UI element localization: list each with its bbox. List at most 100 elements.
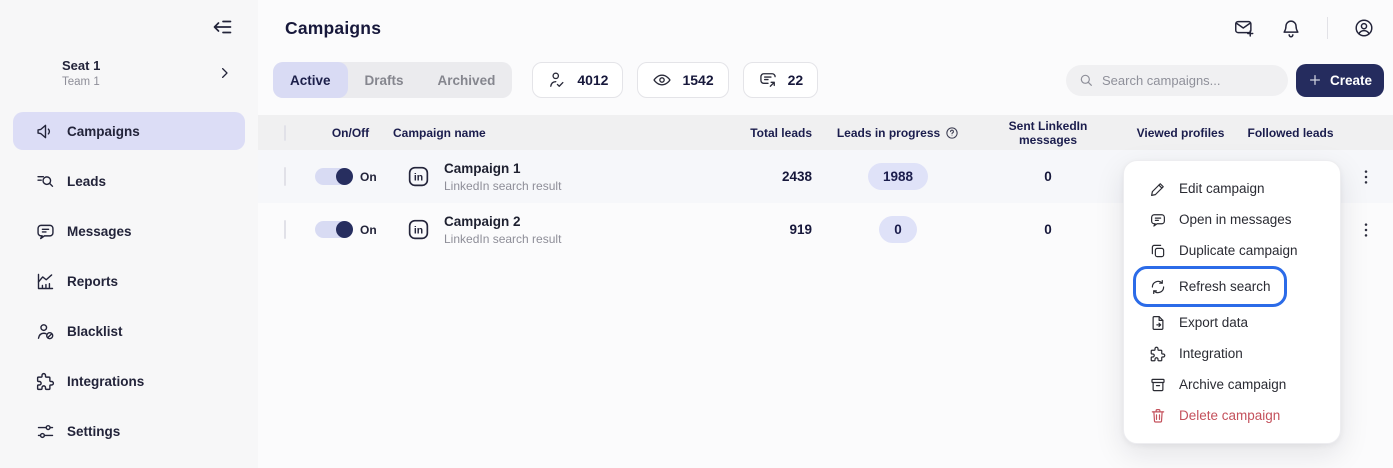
- total-leads-value: 919: [693, 222, 818, 237]
- search-input[interactable]: [1102, 73, 1276, 88]
- duplicate-icon: [1149, 242, 1167, 260]
- export-icon: [1149, 314, 1167, 332]
- help-circle-icon[interactable]: [945, 126, 959, 140]
- menu-item-label: Delete campaign: [1179, 408, 1280, 423]
- sidebar-item-label: Integrations: [67, 374, 144, 389]
- linkedin-icon: in: [406, 164, 431, 189]
- menu-item-duplicate-campaign[interactable]: Duplicate campaign: [1124, 235, 1340, 266]
- sidebar-item-label: Messages: [67, 224, 132, 239]
- page-title: Campaigns: [285, 18, 381, 39]
- app: Seat 1 Team 1 Campaigns Leads Messages Repo…: [0, 0, 1393, 468]
- stat-value: 22: [788, 72, 804, 88]
- sidebar-item-leads[interactable]: Leads: [13, 162, 245, 200]
- sidebar-item-blacklist[interactable]: Blacklist: [13, 312, 245, 350]
- seat-title: Seat 1: [62, 58, 214, 73]
- open-messages-icon: [1149, 211, 1167, 229]
- message-sent-icon: [758, 70, 778, 90]
- sent-messages-value: 0: [978, 169, 1118, 184]
- sidebar: Seat 1 Team 1 Campaigns Leads Messages Repo…: [0, 0, 258, 468]
- column-header-campaign-name: Campaign name: [393, 126, 693, 140]
- seat-subtitle: Team 1: [62, 76, 214, 88]
- menu-item-label: Refresh search: [1179, 279, 1271, 294]
- toggle-knob: [336, 168, 353, 185]
- plus-icon: [1308, 73, 1322, 87]
- create-button[interactable]: Create: [1296, 64, 1384, 97]
- menu-item-archive-campaign[interactable]: Archive campaign: [1124, 369, 1340, 400]
- lead-check-icon: [547, 70, 567, 90]
- stat-value: 1542: [682, 72, 713, 88]
- row-actions-kebab-icon[interactable]: [1354, 165, 1378, 189]
- eye-icon: [652, 70, 672, 90]
- create-button-label: Create: [1330, 73, 1372, 88]
- integration-icon: [1149, 345, 1167, 363]
- topbar-actions: [1233, 17, 1375, 39]
- sidebar-item-reports[interactable]: Reports: [13, 262, 245, 300]
- campaign-status-tabs: ActiveDraftsArchived: [273, 62, 512, 98]
- topbar: Campaigns: [258, 0, 1393, 56]
- row-checkbox[interactable]: [284, 167, 286, 186]
- column-header-on-off: On/Off: [308, 126, 393, 140]
- linkedin-icon: in: [406, 217, 431, 242]
- svg-text:in: in: [414, 172, 423, 183]
- sidebar-item-integrations[interactable]: Integrations: [13, 362, 245, 400]
- sent-messages-value: 0: [978, 222, 1118, 237]
- collapse-sidebar-icon[interactable]: [210, 15, 236, 41]
- campaign-toggle[interactable]: [315, 221, 353, 238]
- bell-icon[interactable]: [1280, 17, 1302, 39]
- stat-chip-lead-check[interactable]: 4012: [532, 62, 623, 98]
- select-all-checkbox[interactable]: [284, 125, 286, 141]
- toggle-knob: [336, 221, 353, 238]
- campaign-name: Campaign 2: [444, 214, 561, 229]
- sidebar-item-messages[interactable]: Messages: [13, 212, 245, 250]
- menu-item-open-in-messages[interactable]: Open in messages: [1124, 204, 1340, 235]
- row-actions-kebab-icon[interactable]: [1354, 218, 1378, 242]
- menu-item-label: Export data: [1179, 315, 1248, 330]
- menu-item-export-data[interactable]: Export data: [1124, 307, 1340, 338]
- sidebar-item-settings[interactable]: Settings: [13, 412, 245, 450]
- campaign-subtitle: LinkedIn search result: [444, 232, 561, 246]
- table-header: On/Off Campaign name Total leads Leads i…: [258, 115, 1393, 150]
- menu-item-edit-campaign[interactable]: Edit campaign: [1124, 173, 1340, 204]
- megaphone-icon: [35, 121, 56, 142]
- blacklist-icon: [35, 321, 56, 342]
- leads-in-progress-badge: 1988: [868, 163, 928, 190]
- toggle-state-label: On: [360, 223, 377, 237]
- menu-item-refresh-search[interactable]: Refresh search: [1133, 266, 1287, 307]
- sidebar-item-campaigns[interactable]: Campaigns: [13, 112, 245, 150]
- menu-item-label: Open in messages: [1179, 212, 1292, 227]
- menu-item-delete-campaign[interactable]: Delete campaign: [1124, 400, 1340, 431]
- tab-archived[interactable]: Archived: [421, 62, 513, 98]
- total-leads-value: 2438: [693, 169, 818, 184]
- tab-drafts[interactable]: Drafts: [348, 62, 421, 98]
- delete-icon: [1149, 407, 1167, 425]
- menu-item-label: Edit campaign: [1179, 181, 1265, 196]
- svg-text:in: in: [414, 225, 423, 236]
- account-icon[interactable]: [1353, 17, 1375, 39]
- campaign-toggle[interactable]: [315, 168, 353, 185]
- sidebar-item-label: Leads: [67, 174, 106, 189]
- sidebar-item-label: Settings: [67, 424, 120, 439]
- refresh-icon: [1149, 278, 1167, 296]
- stat-chip-eye[interactable]: 1542: [637, 62, 728, 98]
- toolbar: ActiveDraftsArchived 4012 1542 22 Create: [258, 62, 1393, 98]
- tab-active[interactable]: Active: [273, 62, 348, 98]
- campaign-subtitle: LinkedIn search result: [444, 179, 561, 193]
- stat-value: 4012: [577, 72, 608, 88]
- toggle-state-label: On: [360, 170, 377, 184]
- column-header-total-leads: Total leads: [693, 126, 818, 140]
- column-header-followed-leads: Followed leads: [1243, 126, 1338, 140]
- mail-plus-icon[interactable]: [1233, 17, 1255, 39]
- archive-icon: [1149, 376, 1167, 394]
- menu-item-integration[interactable]: Integration: [1124, 338, 1340, 369]
- campaign-name: Campaign 1: [444, 161, 561, 176]
- row-checkbox[interactable]: [284, 220, 286, 239]
- leads-search-icon: [35, 171, 56, 192]
- stat-chip-message-sent[interactable]: 22: [743, 62, 819, 98]
- settings-icon: [35, 421, 56, 442]
- column-header-viewed-profiles: Viewed profiles: [1118, 126, 1243, 140]
- seat-selector[interactable]: Seat 1 Team 1: [20, 56, 240, 90]
- sidebar-item-label: Reports: [67, 274, 118, 289]
- sidebar-nav: Campaigns Leads Messages Reports Blacklist In…: [13, 112, 245, 450]
- chevron-right-icon: [217, 66, 232, 81]
- menu-item-label: Archive campaign: [1179, 377, 1286, 392]
